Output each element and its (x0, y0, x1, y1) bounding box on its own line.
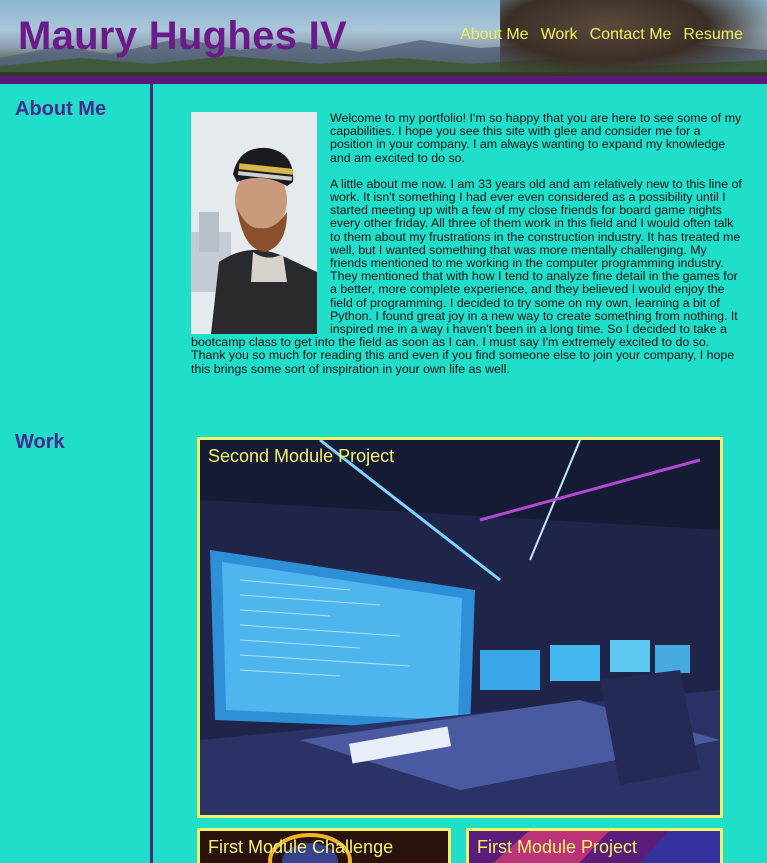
project-title: First Module Project (477, 837, 638, 857)
nav-link-contact[interactable]: Contact Me (590, 26, 672, 44)
profile-photo (191, 112, 317, 334)
nav-link-work[interactable]: Work (541, 26, 578, 44)
project-card-first-module-project[interactable]: First Module Project (466, 828, 723, 863)
about-heading: About Me (15, 98, 107, 120)
header-divider (0, 76, 767, 84)
main-nav: About Me Work Contact Me Resume (460, 26, 743, 44)
profile-photo-illustration (191, 112, 317, 334)
project-title: First Module Challenge (208, 837, 394, 857)
work-heading: Work (15, 431, 65, 453)
header-banner: Maury Hughes IV About Me Work Contact Me… (0, 0, 767, 76)
project-card-first-module-challenge[interactable]: First Module Challenge (197, 828, 451, 863)
project-card-second-module[interactable]: Second Module Project (197, 437, 723, 818)
about-section: Welcome to my portfolio! I'm so happy th… (191, 111, 746, 389)
project-title: Second Module Project (208, 446, 395, 466)
site-title: Maury Hughes IV (18, 14, 348, 58)
nav-link-about[interactable]: About Me (460, 26, 528, 44)
sidebar-divider (150, 84, 153, 863)
nav-link-resume[interactable]: Resume (683, 26, 743, 44)
project-image-computer-lab (200, 440, 720, 815)
